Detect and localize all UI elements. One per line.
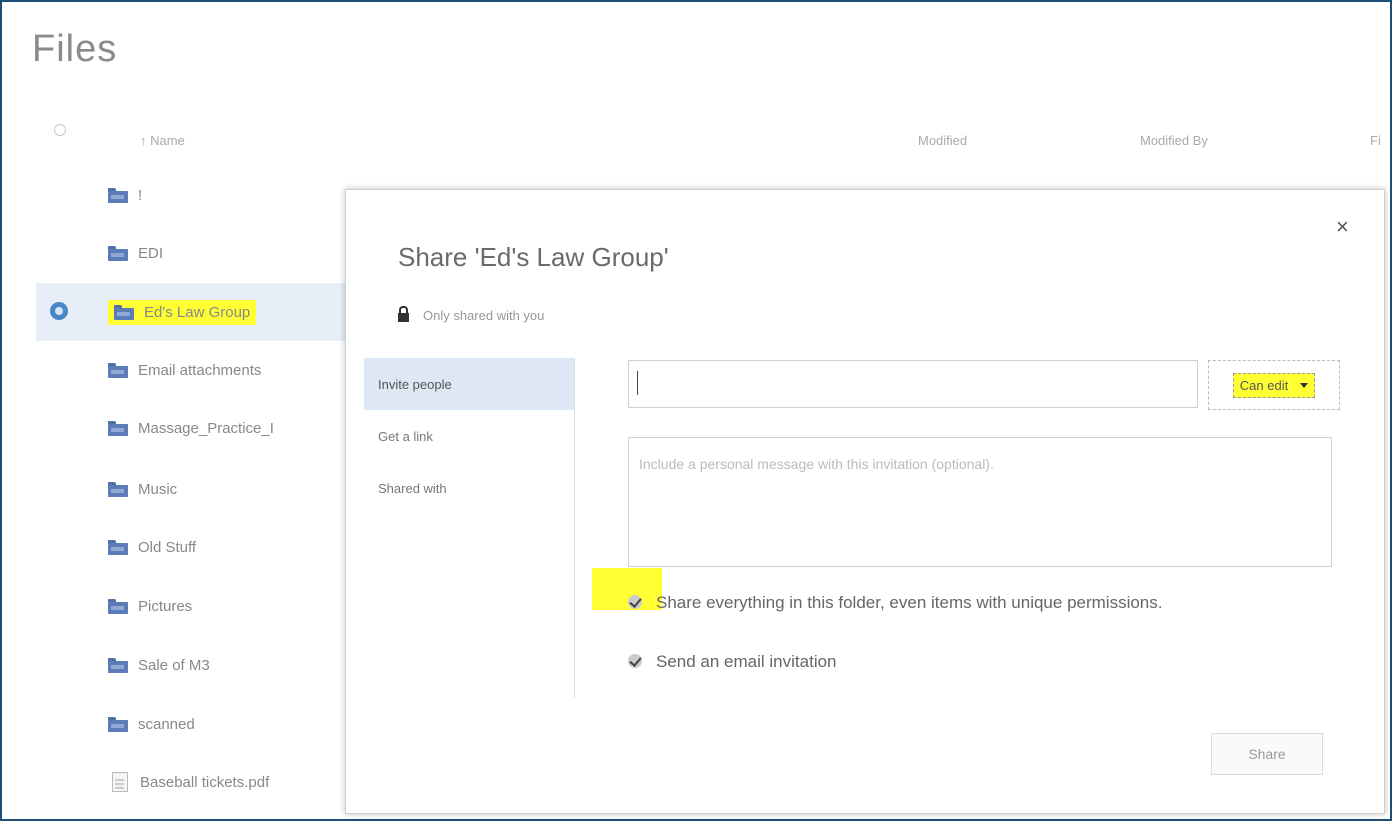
folder-icon xyxy=(108,245,128,261)
sharing-status: Only shared with you xyxy=(398,306,545,323)
sharing-status-text: Only shared with you xyxy=(423,308,545,323)
folder-icon xyxy=(108,716,128,732)
file-name[interactable]: Baseball tickets.pdf xyxy=(140,774,269,791)
folder-icon xyxy=(108,481,128,497)
row-selected-check-icon[interactable] xyxy=(50,302,68,320)
file-name[interactable]: Old Stuff xyxy=(138,539,196,556)
list-item[interactable]: Old Stuff xyxy=(108,532,196,562)
file-name[interactable]: Music xyxy=(138,481,177,498)
share-nav: Invite people Get a link Shared with xyxy=(364,358,575,698)
column-header-modified[interactable]: Modified xyxy=(918,133,967,148)
close-icon[interactable]: × xyxy=(1336,214,1349,240)
list-item[interactable]: scanned xyxy=(108,709,195,739)
column-header-extra[interactable]: Fi xyxy=(1370,133,1381,148)
list-item[interactable]: ! xyxy=(108,180,142,210)
folder-icon xyxy=(108,598,128,614)
list-item[interactable]: Music xyxy=(108,474,177,504)
tab-invite-people[interactable]: Invite people xyxy=(364,358,574,410)
file-name[interactable]: Email attachments xyxy=(138,362,261,379)
permission-selected: Can edit xyxy=(1239,377,1289,393)
list-item[interactable]: Baseball tickets.pdf xyxy=(108,767,269,797)
dialog-title: Share 'Ed's Law Group' xyxy=(398,242,669,272)
text-caret xyxy=(637,371,638,395)
lock-icon xyxy=(398,306,409,322)
folder-icon xyxy=(108,187,128,203)
share-everything-checkbox[interactable] xyxy=(628,595,642,609)
message-placeholder: Include a personal message with this inv… xyxy=(639,456,994,472)
share-dialog: × Share 'Ed's Law Group' Only shared wit… xyxy=(345,189,1385,814)
pdf-file-icon xyxy=(112,772,128,792)
file-name[interactable]: Pictures xyxy=(138,598,192,615)
folder-icon xyxy=(108,657,128,673)
list-item[interactable]: Email attachments xyxy=(108,355,261,385)
column-header-modified-by[interactable]: Modified By xyxy=(1140,133,1208,148)
list-item[interactable]: Pictures xyxy=(108,591,192,621)
page-title: Files xyxy=(32,28,118,70)
list-item[interactable]: EDI xyxy=(108,238,163,268)
file-name[interactable]: EDI xyxy=(138,245,163,262)
tab-get-a-link[interactable]: Get a link xyxy=(364,410,574,462)
file-name[interactable]: Ed's Law Group xyxy=(144,304,250,321)
dropdown-arrow-icon xyxy=(1300,382,1309,388)
column-header-name[interactable]: ↑ Name xyxy=(140,133,185,148)
folder-icon xyxy=(108,362,128,378)
folder-icon xyxy=(108,420,128,436)
list-item[interactable]: Ed's Law Group xyxy=(108,297,257,327)
folder-icon xyxy=(108,539,128,555)
tab-shared-with[interactable]: Shared with xyxy=(364,462,574,514)
share-button[interactable]: Share xyxy=(1211,733,1323,775)
list-item[interactable]: Sale of M3 xyxy=(108,650,210,680)
share-everything-option[interactable]: Share everything in this folder, even it… xyxy=(628,587,1248,619)
permission-dropdown[interactable]: Can edit xyxy=(1208,360,1340,410)
personal-message-input[interactable]: Include a personal message with this inv… xyxy=(628,437,1332,567)
file-name[interactable]: Sale of M3 xyxy=(138,657,210,674)
file-name[interactable]: Massage_Practice_I xyxy=(138,420,274,437)
send-email-label: Send an email invitation xyxy=(656,652,837,671)
invite-people-input[interactable] xyxy=(628,360,1198,408)
file-name[interactable]: ! xyxy=(138,187,142,204)
send-email-option[interactable]: Send an email invitation xyxy=(628,652,837,672)
folder-icon xyxy=(114,304,134,320)
file-name[interactable]: scanned xyxy=(138,716,195,733)
send-email-checkbox[interactable] xyxy=(628,654,642,668)
list-item[interactable]: Massage_Practice_I xyxy=(108,413,274,443)
share-everything-label: Share everything in this folder, even it… xyxy=(656,593,1163,612)
select-all-checkbox[interactable] xyxy=(54,124,66,136)
